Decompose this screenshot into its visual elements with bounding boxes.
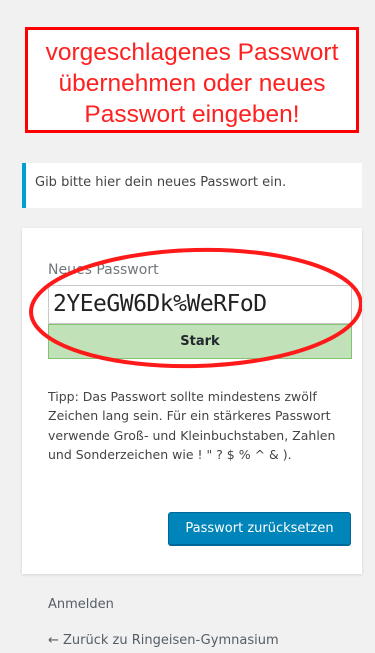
callout-line-2: übernehmen oder neues [58, 70, 326, 97]
reset-password-form: Neues Passwort 2YEeGW6Dk%WeRFoD Stark Ti… [22, 228, 362, 574]
callout-line-1: vorgeschlagenes Passwort [45, 39, 339, 66]
new-password-input[interactable]: 2YEeGW6Dk%WeRFoD [48, 285, 352, 324]
password-hint: Tipp: Das Passwort sollte mindestens zwö… [48, 388, 336, 463]
notice-text: Gib bitte hier dein neues Passwort ein. [35, 175, 287, 190]
login-link[interactable]: Anmelden [48, 597, 114, 612]
reset-password-button[interactable]: Passwort zurücksetzen [168, 512, 351, 545]
back-to-site-link[interactable]: ← Zurück zu Ringeisen-Gymnasium [48, 633, 279, 648]
password-label: Neues Passwort [48, 262, 159, 278]
password-strength-indicator: Stark [48, 324, 352, 359]
callout-line-3: Passwort eingeben! [84, 101, 300, 128]
info-notice: Gib bitte hier dein neues Passwort ein. [22, 163, 362, 208]
annotation-callout: vorgeschlagenes Passwort übernehmen oder… [25, 27, 359, 133]
